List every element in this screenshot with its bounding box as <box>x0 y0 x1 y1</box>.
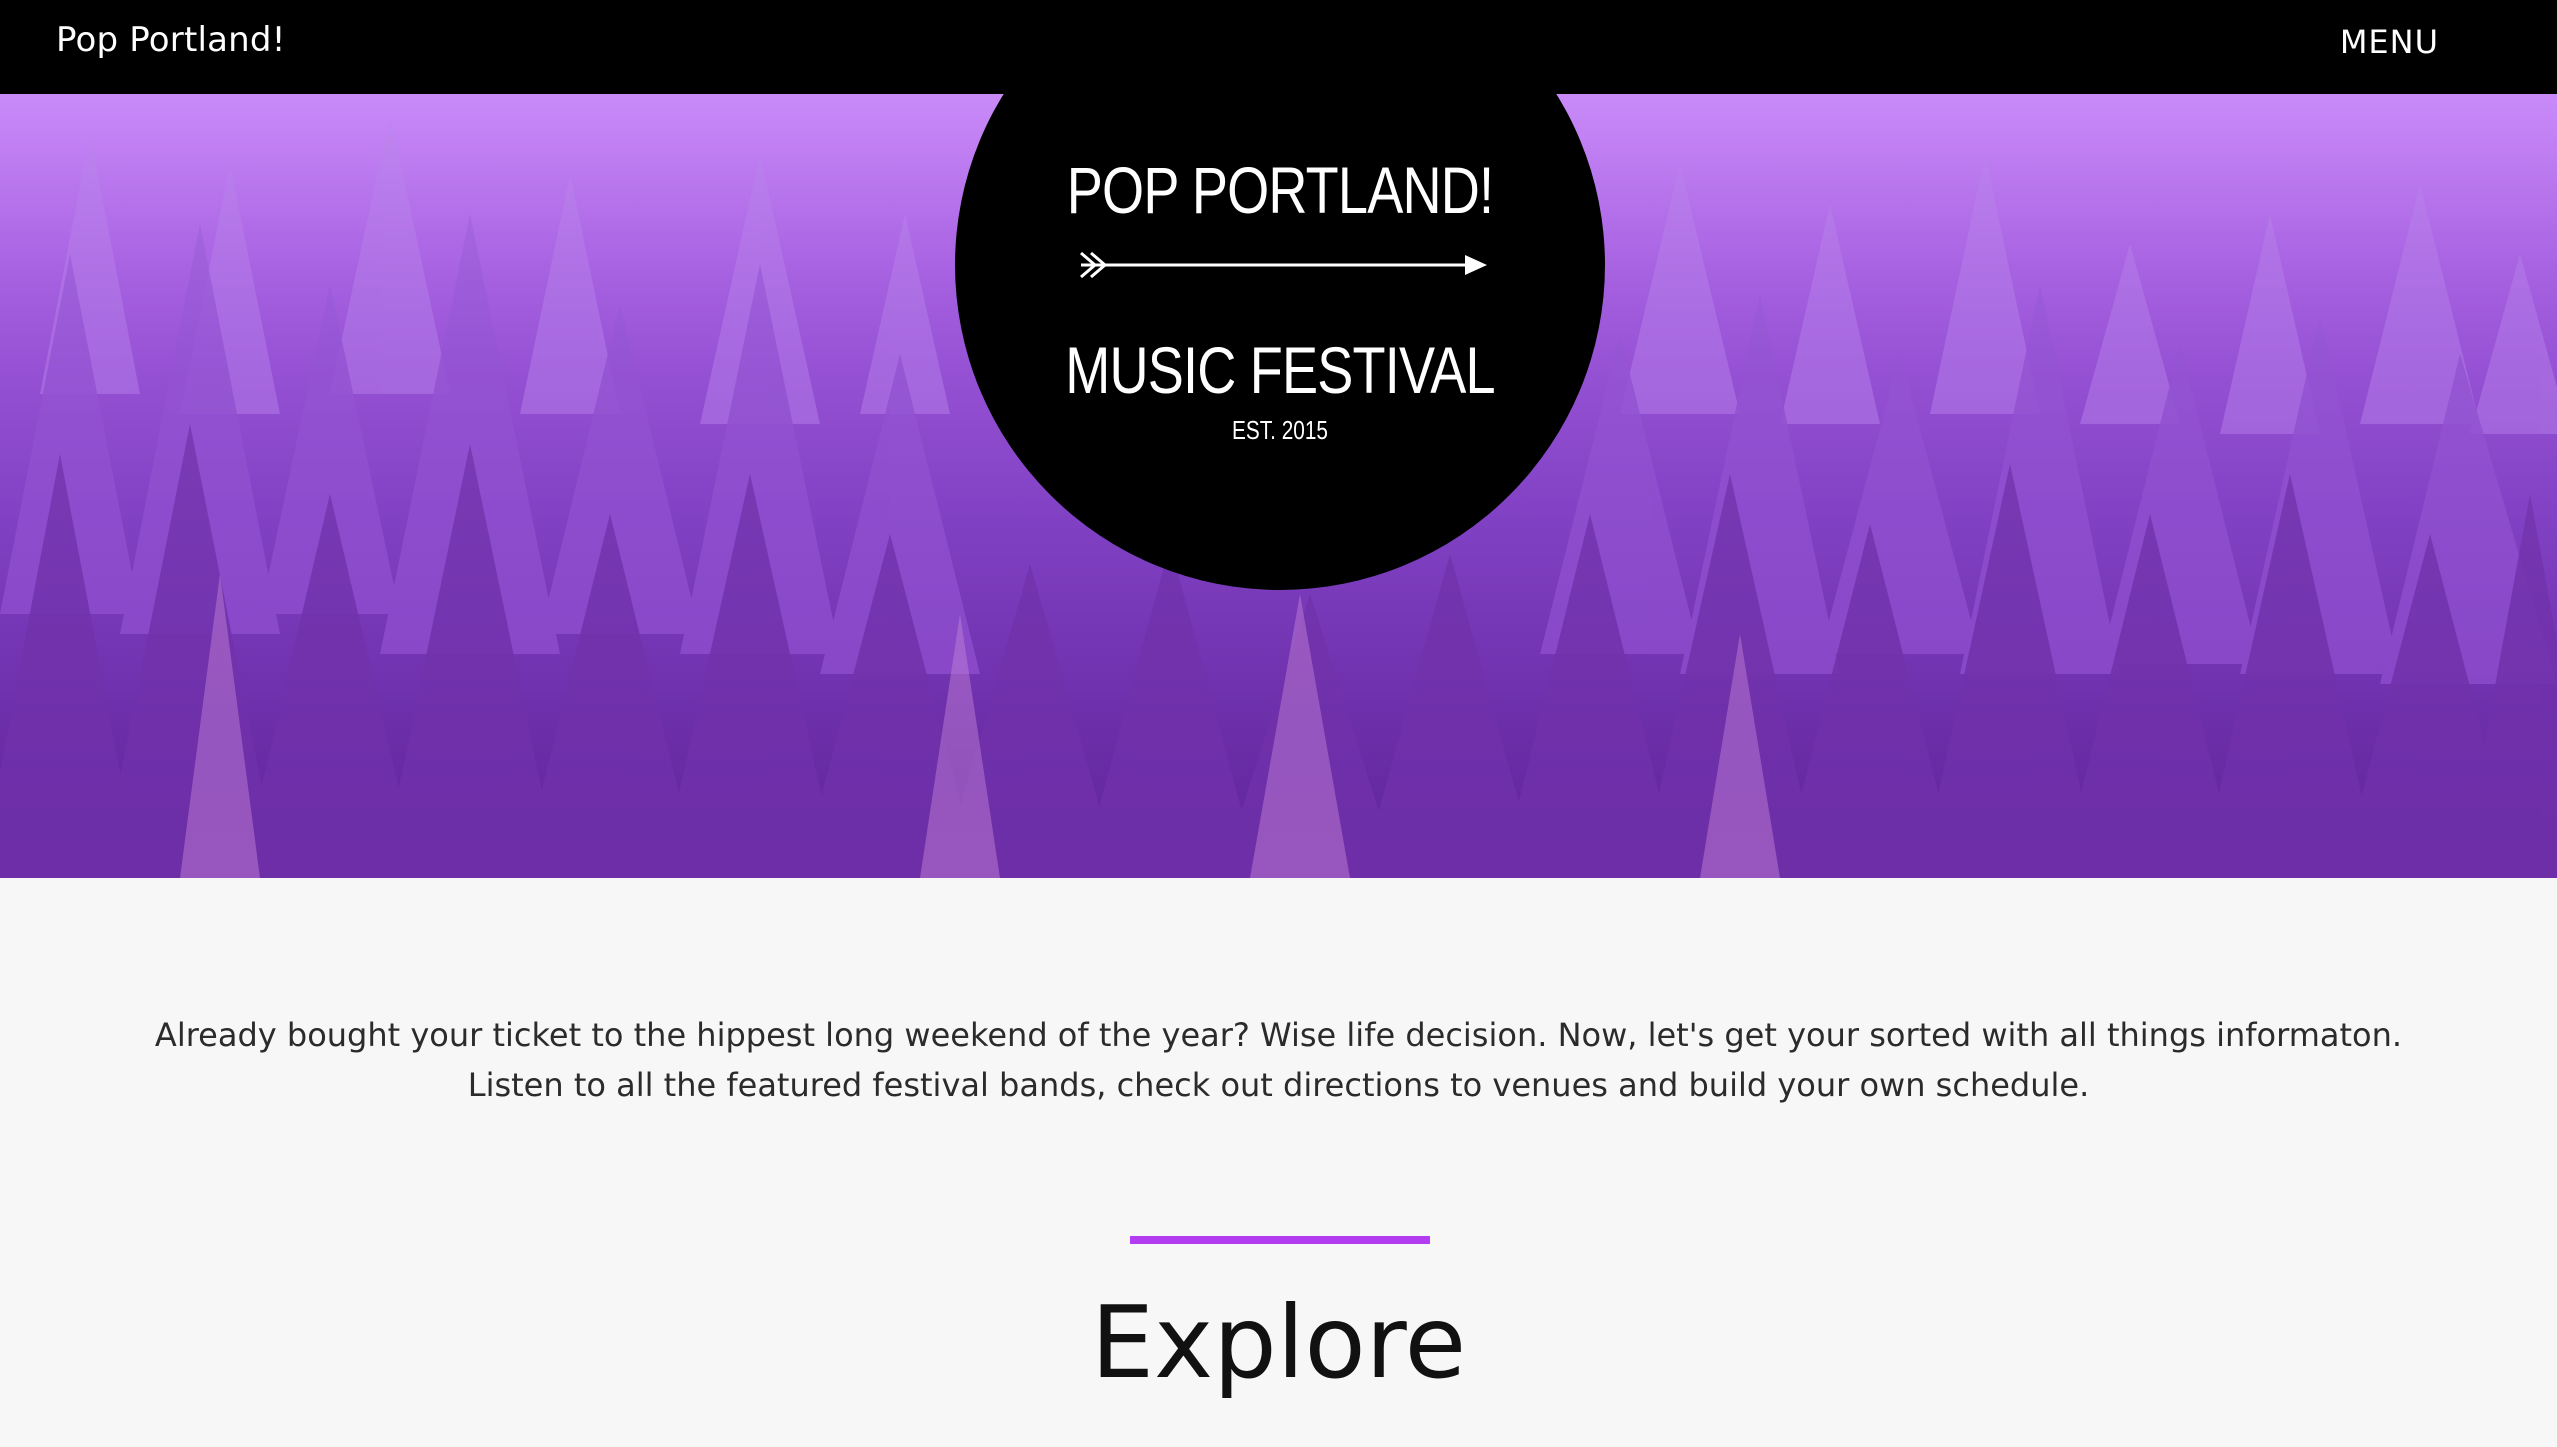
intro-paragraph: Already bought your ticket to the hippes… <box>154 1016 2403 1104</box>
badge-title: POP PORTLAND! <box>1066 153 1494 227</box>
arrow-icon <box>1080 251 1487 279</box>
badge-established: EST. 2015 <box>1232 415 1328 445</box>
badge-subtitle: MUSIC FESTIVAL <box>1065 333 1495 407</box>
site-brand[interactable]: Pop Portland! <box>56 18 286 62</box>
section-divider <box>1130 1236 1430 1244</box>
section-heading: Explore <box>1090 1284 1467 1401</box>
menu-button[interactable]: MENU <box>2340 20 2439 64</box>
